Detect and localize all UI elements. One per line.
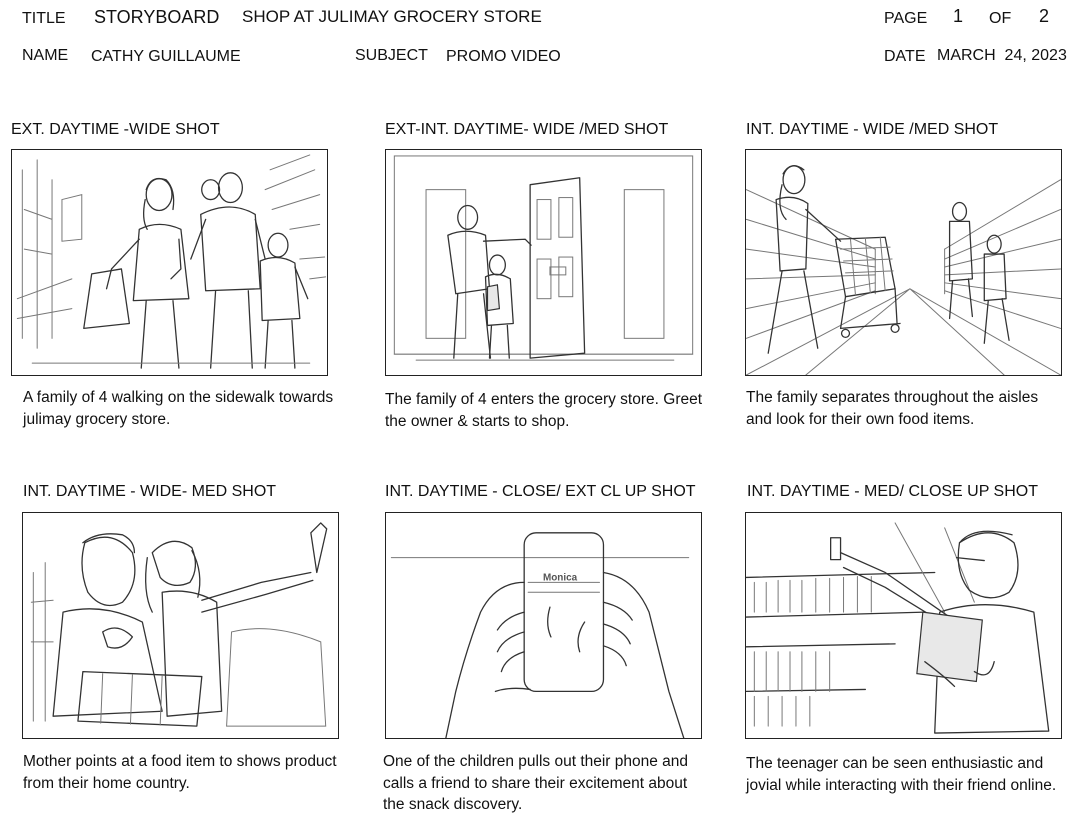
panel-sketch-1	[11, 149, 328, 376]
scene-label-5: INT. DAYTIME - CLOSE/ EXT CL UP SHOT	[385, 483, 696, 500]
panel-sketch-4	[22, 512, 339, 739]
cart-aisle-sketch	[746, 165, 1061, 375]
name-label: NAME	[22, 47, 69, 64]
page-number: 1	[953, 6, 964, 26]
scene-label-4: INT. DAYTIME - WIDE- MED SHOT	[23, 483, 277, 500]
scene-label-6: INT. DAYTIME - MED/ CLOSE UP SHOT	[747, 483, 1038, 500]
panel-caption-2: The family of 4 enters the grocery store…	[385, 391, 703, 430]
panel-caption-1: A family of 4 walking on the sidewalk to…	[23, 389, 334, 428]
panel-caption-5: One of the children pulls out their phon…	[383, 753, 689, 813]
name-value: CATHY GUILLAUME	[91, 48, 241, 65]
panel-caption-6: The teenager can be seen enthusiastic an…	[746, 755, 1057, 794]
panel-sketch-3	[745, 149, 1062, 376]
teen-tablet-sketch	[746, 522, 1050, 734]
scene-label-2: EXT-INT. DAYTIME- WIDE /MED SHOT	[385, 121, 669, 138]
title-label: TITLE	[22, 10, 66, 27]
panel-sketch-2	[385, 149, 702, 376]
mother-pointing-sketch	[30, 522, 328, 727]
panel-sketch-5: Monica	[385, 512, 702, 739]
subject-value: PROMO VIDEO	[446, 48, 561, 65]
scene-label-3: INT. DAYTIME - WIDE /MED SHOT	[746, 121, 999, 138]
family-entering-sketch	[393, 155, 694, 361]
subject-label: SUBJECT	[355, 47, 428, 64]
title-type: STORYBOARD	[94, 7, 220, 27]
hands-phone-sketch: Monica	[390, 532, 690, 738]
page-total: 2	[1039, 6, 1050, 26]
page-label: PAGE	[884, 10, 928, 27]
date-value: MARCH 24, 2023	[937, 47, 1067, 64]
phone-screen-text: Monica	[543, 572, 578, 583]
panel-caption-4: Mother points at a food item to shows pr…	[23, 753, 337, 792]
date-label: DATE	[884, 48, 926, 65]
panel-caption-3: The family separates throughout the aisl…	[746, 389, 1039, 428]
title-value: SHOP AT JULIMAY GROCERY STORE	[242, 7, 542, 26]
of-label: OF	[989, 10, 1012, 27]
scene-label-1: EXT. DAYTIME -WIDE SHOT	[11, 121, 220, 138]
panel-sketch-6	[745, 512, 1062, 739]
family-walking-sketch	[16, 154, 327, 369]
